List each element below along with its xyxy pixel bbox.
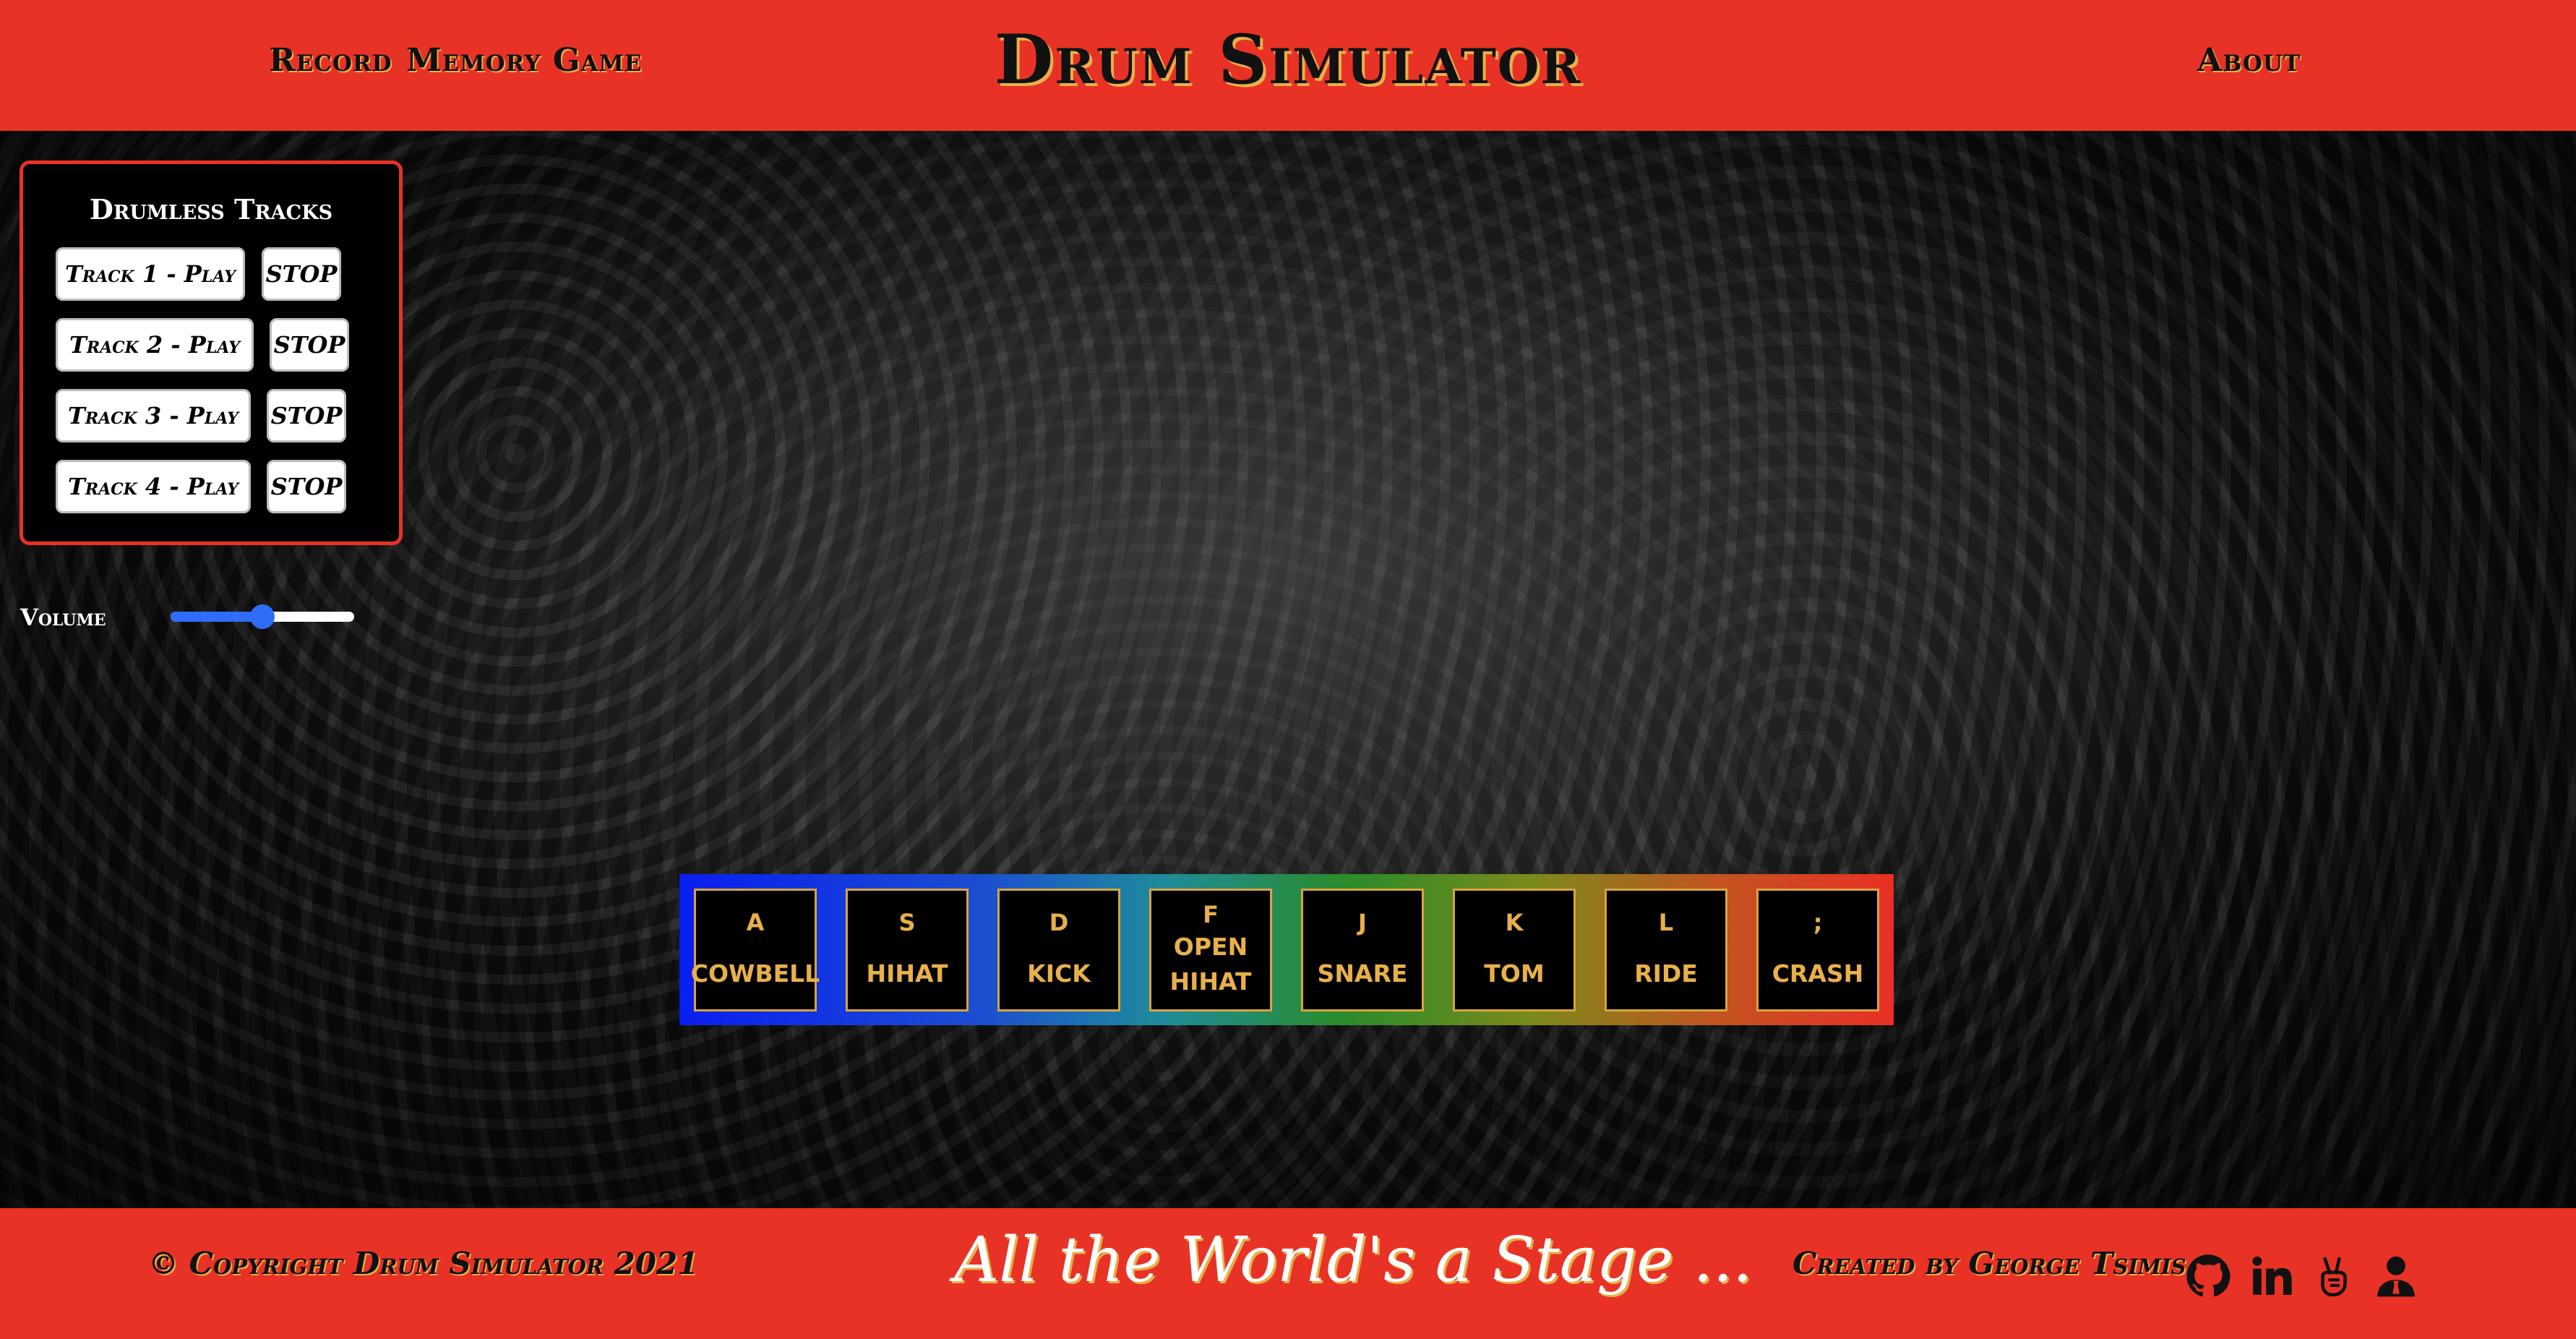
footer: © Copyright Drum Simulator 2021 All the …: [0, 1208, 2576, 1339]
pad-sound-label: RIDE: [1634, 959, 1698, 988]
track-1-stop-button[interactable]: STOP: [262, 247, 341, 301]
track-4-stop-button[interactable]: STOP: [267, 460, 346, 513]
track-4-play-button[interactable]: Track 4 - Play: [56, 460, 251, 513]
drum-pad-hihat[interactable]: S HIHAT: [846, 889, 969, 1011]
pad-key-label: D: [1049, 909, 1069, 936]
tracks-panel-title: Drumless Tracks: [89, 193, 333, 226]
pad-sound-label: SNARE: [1317, 959, 1408, 988]
pad-sound-label: TOM: [1484, 959, 1545, 988]
drum-pad-snare[interactable]: J SNARE: [1301, 889, 1424, 1011]
pad-key-label: S: [898, 909, 916, 936]
linkedin-icon[interactable]: [2249, 1254, 2294, 1299]
header: Record Memory Game Drum Simulator About: [0, 0, 2576, 131]
drum-pad-open-hihat[interactable]: F OPEN HIHAT: [1149, 889, 1272, 1011]
pad-key-label: L: [1658, 909, 1674, 936]
pad-key-label: F: [1203, 901, 1219, 928]
nav-about-link[interactable]: About: [2197, 42, 2301, 79]
track-3-play-button[interactable]: Track 3 - Play: [56, 389, 251, 442]
pad-key-label: ;: [1813, 909, 1823, 936]
pad-key-label: J: [1358, 909, 1367, 936]
drum-pad-ride[interactable]: L RIDE: [1605, 889, 1727, 1011]
drum-pads-container: A COWBELL S HIHAT D KICK F OPEN HIHAT J …: [679, 874, 1894, 1025]
drum-pad-cowbell[interactable]: A COWBELL: [690, 889, 820, 1011]
peace-hand-icon[interactable]: [2311, 1254, 2356, 1299]
pad-sound-label: OPEN HIHAT: [1169, 933, 1252, 996]
copyright-text: © Copyright Drum Simulator 2021: [148, 1246, 699, 1281]
track-2-play-button[interactable]: Track 2 - Play: [56, 318, 254, 372]
track-1-play-button[interactable]: Track 1 - Play: [56, 247, 245, 301]
drumless-tracks-panel: Drumless Tracks Track 1 - Play STOP Trac…: [20, 161, 403, 545]
pad-sound-label: HIHAT: [866, 959, 948, 988]
track-3-stop-button[interactable]: STOP: [267, 389, 346, 442]
author-credit: Created by George Tsimis: [1793, 1246, 2186, 1281]
pad-sound-label: KICK: [1027, 959, 1091, 988]
user-icon[interactable]: [2374, 1254, 2418, 1299]
footer-tagline: All the World's a Stage ...: [954, 1224, 1753, 1296]
pad-sound-label: COWBELL: [690, 959, 820, 988]
volume-slider-fill: [171, 612, 262, 622]
track-2-stop-button[interactable]: STOP: [270, 318, 349, 372]
site-title: Drum Simulator: [994, 20, 1582, 100]
volume-label: Volume: [20, 604, 106, 631]
drum-pad-crash[interactable]: ; CRASH: [1756, 889, 1879, 1011]
pad-sound-label: CRASH: [1772, 959, 1864, 988]
github-icon[interactable]: [2186, 1254, 2231, 1299]
pad-key-label: A: [746, 909, 765, 936]
pad-key-label: K: [1505, 909, 1524, 936]
drum-pad-kick[interactable]: D KICK: [997, 889, 1120, 1011]
drum-pad-tom[interactable]: K TOM: [1453, 889, 1576, 1011]
volume-slider[interactable]: [171, 604, 354, 629]
volume-slider-thumb[interactable]: [250, 604, 275, 629]
